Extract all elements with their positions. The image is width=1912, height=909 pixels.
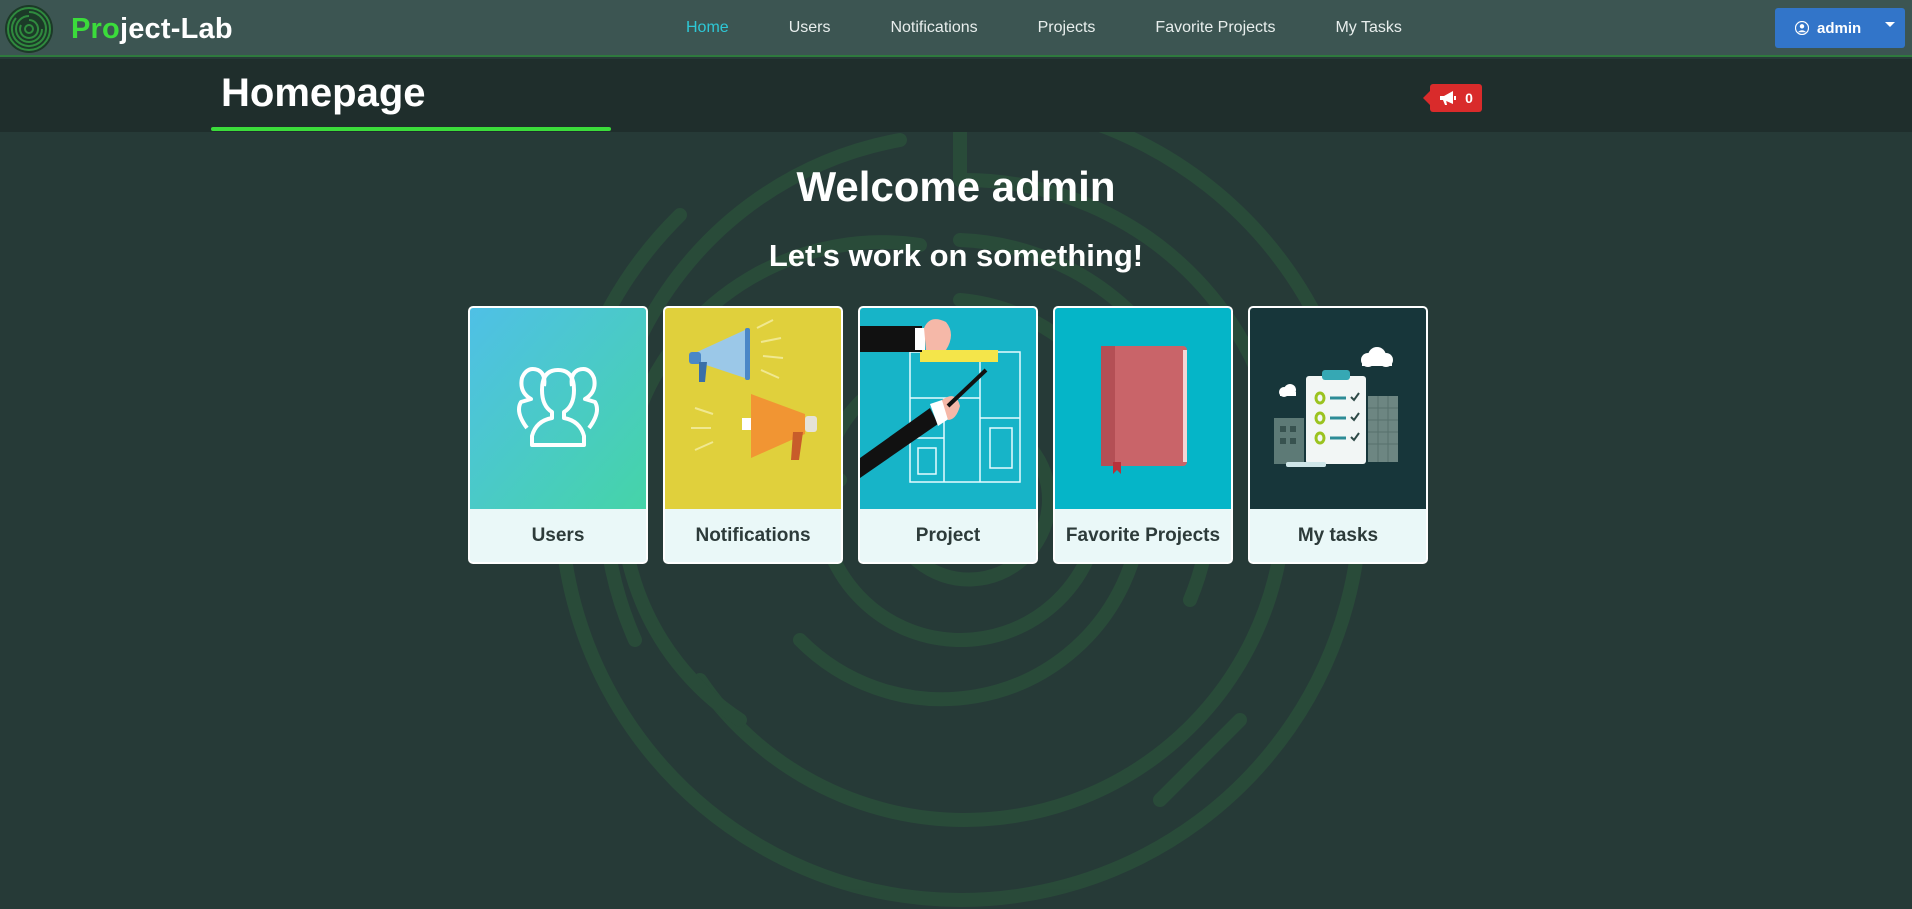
homepage: Project-Lab Home Users Notifications Pro… [0,0,1912,909]
card-users-label: Users [470,509,646,562]
card-favorite-projects[interactable]: Favorite Projects [1053,306,1233,564]
nav-users[interactable]: Users [789,19,831,37]
nav-notifications[interactable]: Notifications [890,19,977,37]
nav-home[interactable]: Home [686,19,729,37]
page-title: Homepage [221,71,426,115]
card-project-label: Project [860,509,1036,562]
card-my-tasks[interactable]: My tasks [1248,306,1428,564]
tagline: Let's work on something! [768,238,1144,273]
nav-projects[interactable]: Projects [1038,19,1096,37]
page-header: Homepage 0 [0,59,1912,132]
main-nav: Home Users Notifications Projects Favori… [686,0,1462,55]
task-clipboard-illustration [1250,308,1426,509]
card-favorite-projects-label: Favorite Projects [1055,509,1231,562]
brand-name: Project-Lab [71,12,233,45]
nav-favorite-projects[interactable]: Favorite Projects [1155,19,1275,37]
top-navbar: Project-Lab Home Users Notifications Pro… [0,0,1912,57]
title-underline [211,127,611,131]
welcome-heading: Welcome admin [796,163,1116,210]
user-circle-icon [1795,21,1809,35]
card-notifications-label: Notifications [665,509,841,562]
users-illustration [470,308,646,509]
user-name: admin [1817,19,1862,37]
card-users[interactable]: Users [468,306,648,564]
brand[interactable]: Project-Lab [4,4,233,54]
user-menu-button[interactable]: admin [1775,8,1905,48]
quick-links: Users Notifications Project Favorite Pro… [468,306,1428,564]
user-account-button[interactable]: admin [1775,8,1875,48]
card-project[interactable]: Project [858,306,1038,564]
card-my-tasks-label: My tasks [1250,509,1426,562]
nav-my-tasks[interactable]: My Tasks [1335,19,1401,37]
announcements-badge[interactable]: 0 [1423,84,1482,112]
announcements-count: 0 [1465,90,1473,106]
blueprint-drawing-illustration [860,308,1036,509]
megaphones-illustration [665,308,841,509]
bookmarked-book-illustration [1055,308,1231,509]
chevron-down-icon [1885,22,1895,27]
user-dropdown-toggle[interactable] [1875,8,1905,48]
maze-logo-icon [5,5,53,53]
bullhorn-icon [1440,91,1457,105]
card-notifications[interactable]: Notifications [663,306,843,564]
